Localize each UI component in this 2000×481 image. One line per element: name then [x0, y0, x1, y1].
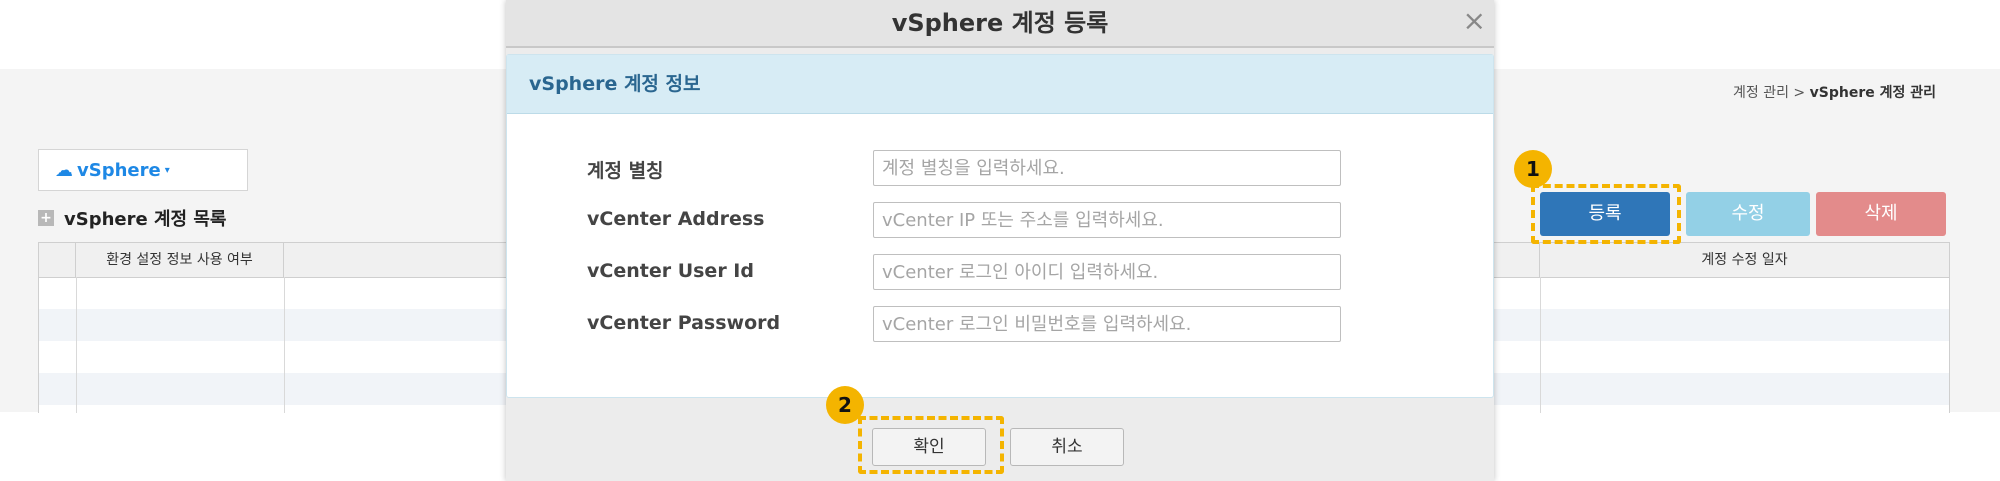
breadcrumb: 계정 관리 > vSphere 계정 관리: [1733, 82, 1936, 102]
platform-selector[interactable]: ☁ vSphere ▾: [38, 149, 248, 191]
alias-label: 계정 별칭: [587, 160, 664, 182]
step-1-badge: 1: [1514, 150, 1552, 188]
platform-selector-label: vSphere: [77, 159, 161, 181]
highlight-register-button: [1531, 184, 1681, 244]
dialog-header: vSphere 계정 등록 ×: [506, 0, 1494, 48]
list-title: vSphere 계정 목록: [64, 209, 227, 230]
vcenter-address-input[interactable]: [873, 202, 1341, 238]
edit-button[interactable]: 수정: [1686, 192, 1810, 236]
vcenter-user-id-input[interactable]: [873, 254, 1341, 290]
column-env-usage-header[interactable]: 환경 설정 정보 사용 여부: [76, 243, 284, 277]
vcenter-user-id-label: vCenter User Id: [587, 260, 754, 282]
step-2-badge: 2: [826, 386, 864, 424]
column-divider: [76, 277, 77, 413]
column-select-header[interactable]: [39, 243, 76, 277]
column-divider: [284, 277, 285, 413]
account-info-panel: vSphere 계정 정보 계정 별칭 vCenter Address vCen…: [506, 54, 1494, 398]
list-header: + vSphere 계정 목록: [38, 205, 226, 231]
chevron-down-icon: ▾: [164, 164, 170, 176]
alias-input[interactable]: [873, 150, 1341, 186]
breadcrumb-current: vSphere 계정 관리: [1809, 85, 1936, 101]
column-modified-header[interactable]: 계정 수정 일자: [1540, 243, 1949, 277]
close-icon[interactable]: ×: [1463, 4, 1486, 37]
breadcrumb-parent: 계정 관리 >: [1733, 85, 1806, 101]
vcenter-password-label: vCenter Password: [587, 312, 781, 334]
cloud-icon: ☁: [55, 159, 73, 181]
register-account-dialog: vSphere 계정 등록 × vSphere 계정 정보 계정 별칭 vCen…: [506, 0, 1494, 481]
vcenter-address-label: vCenter Address: [587, 208, 765, 230]
cancel-button[interactable]: 취소: [1010, 428, 1124, 466]
panel-header: vSphere 계정 정보: [507, 55, 1493, 114]
expand-icon[interactable]: +: [38, 210, 54, 226]
vcenter-password-input[interactable]: [873, 306, 1341, 342]
column-divider: [1540, 277, 1541, 413]
panel-title: vSphere 계정 정보: [529, 73, 701, 95]
dialog-title: vSphere 계정 등록: [891, 9, 1109, 37]
highlight-confirm-button: [858, 416, 1004, 474]
delete-button[interactable]: 삭제: [1816, 192, 1946, 236]
